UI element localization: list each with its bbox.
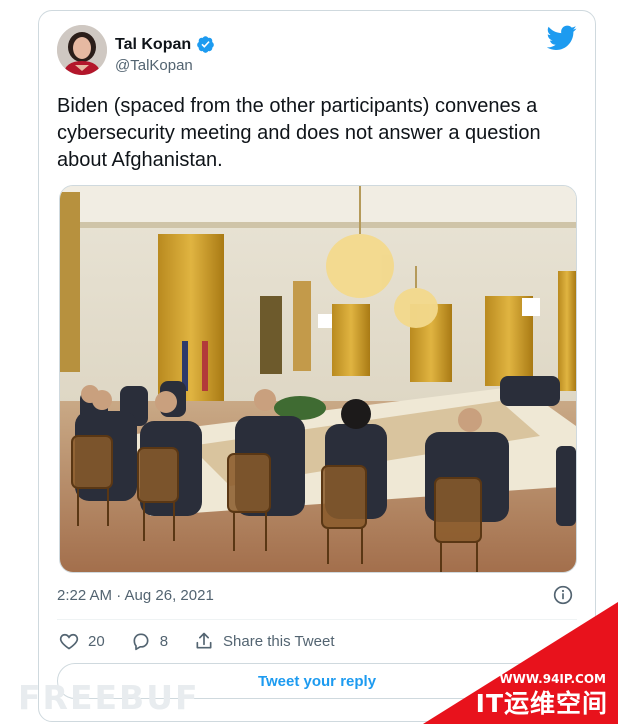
reply-count: 8 [159, 632, 169, 650]
avatar-image [57, 25, 107, 75]
author-info: Tal Kopan @TalKopan [115, 35, 215, 74]
reply-button[interactable]: 8 [131, 631, 168, 651]
tweet-text: Biden (spaced from the other participant… [57, 95, 541, 171]
author-name[interactable]: Tal Kopan [115, 36, 191, 54]
share-button[interactable]: Share this Tweet [194, 631, 334, 651]
share-label: Share this Tweet [223, 632, 335, 650]
action-bar: 20 8 Share this Tweet [59, 631, 360, 651]
like-button[interactable]: 20 [59, 631, 105, 651]
twitter-bird-icon[interactable] [547, 25, 577, 51]
share-icon [196, 632, 212, 649]
heart-icon [59, 633, 79, 650]
like-count: 20 [88, 632, 105, 650]
watermark-title: IT运维空间 [475, 689, 608, 718]
tweet-timestamp[interactable]: 2:22 AM · Aug 26, 2021 [57, 587, 214, 604]
tweet-header: Tal Kopan @TalKopan [57, 25, 577, 85]
author-handle[interactable]: @TalKopan [115, 57, 215, 74]
watermark-freebuf: FREEBUF [18, 678, 200, 717]
reply-bubble-icon [133, 633, 149, 651]
name-row: Tal Kopan [115, 35, 215, 54]
verified-badge-icon [197, 36, 214, 53]
avatar[interactable] [57, 25, 107, 75]
meeting-room-photo [60, 186, 576, 572]
tweet-photo[interactable] [59, 185, 577, 573]
